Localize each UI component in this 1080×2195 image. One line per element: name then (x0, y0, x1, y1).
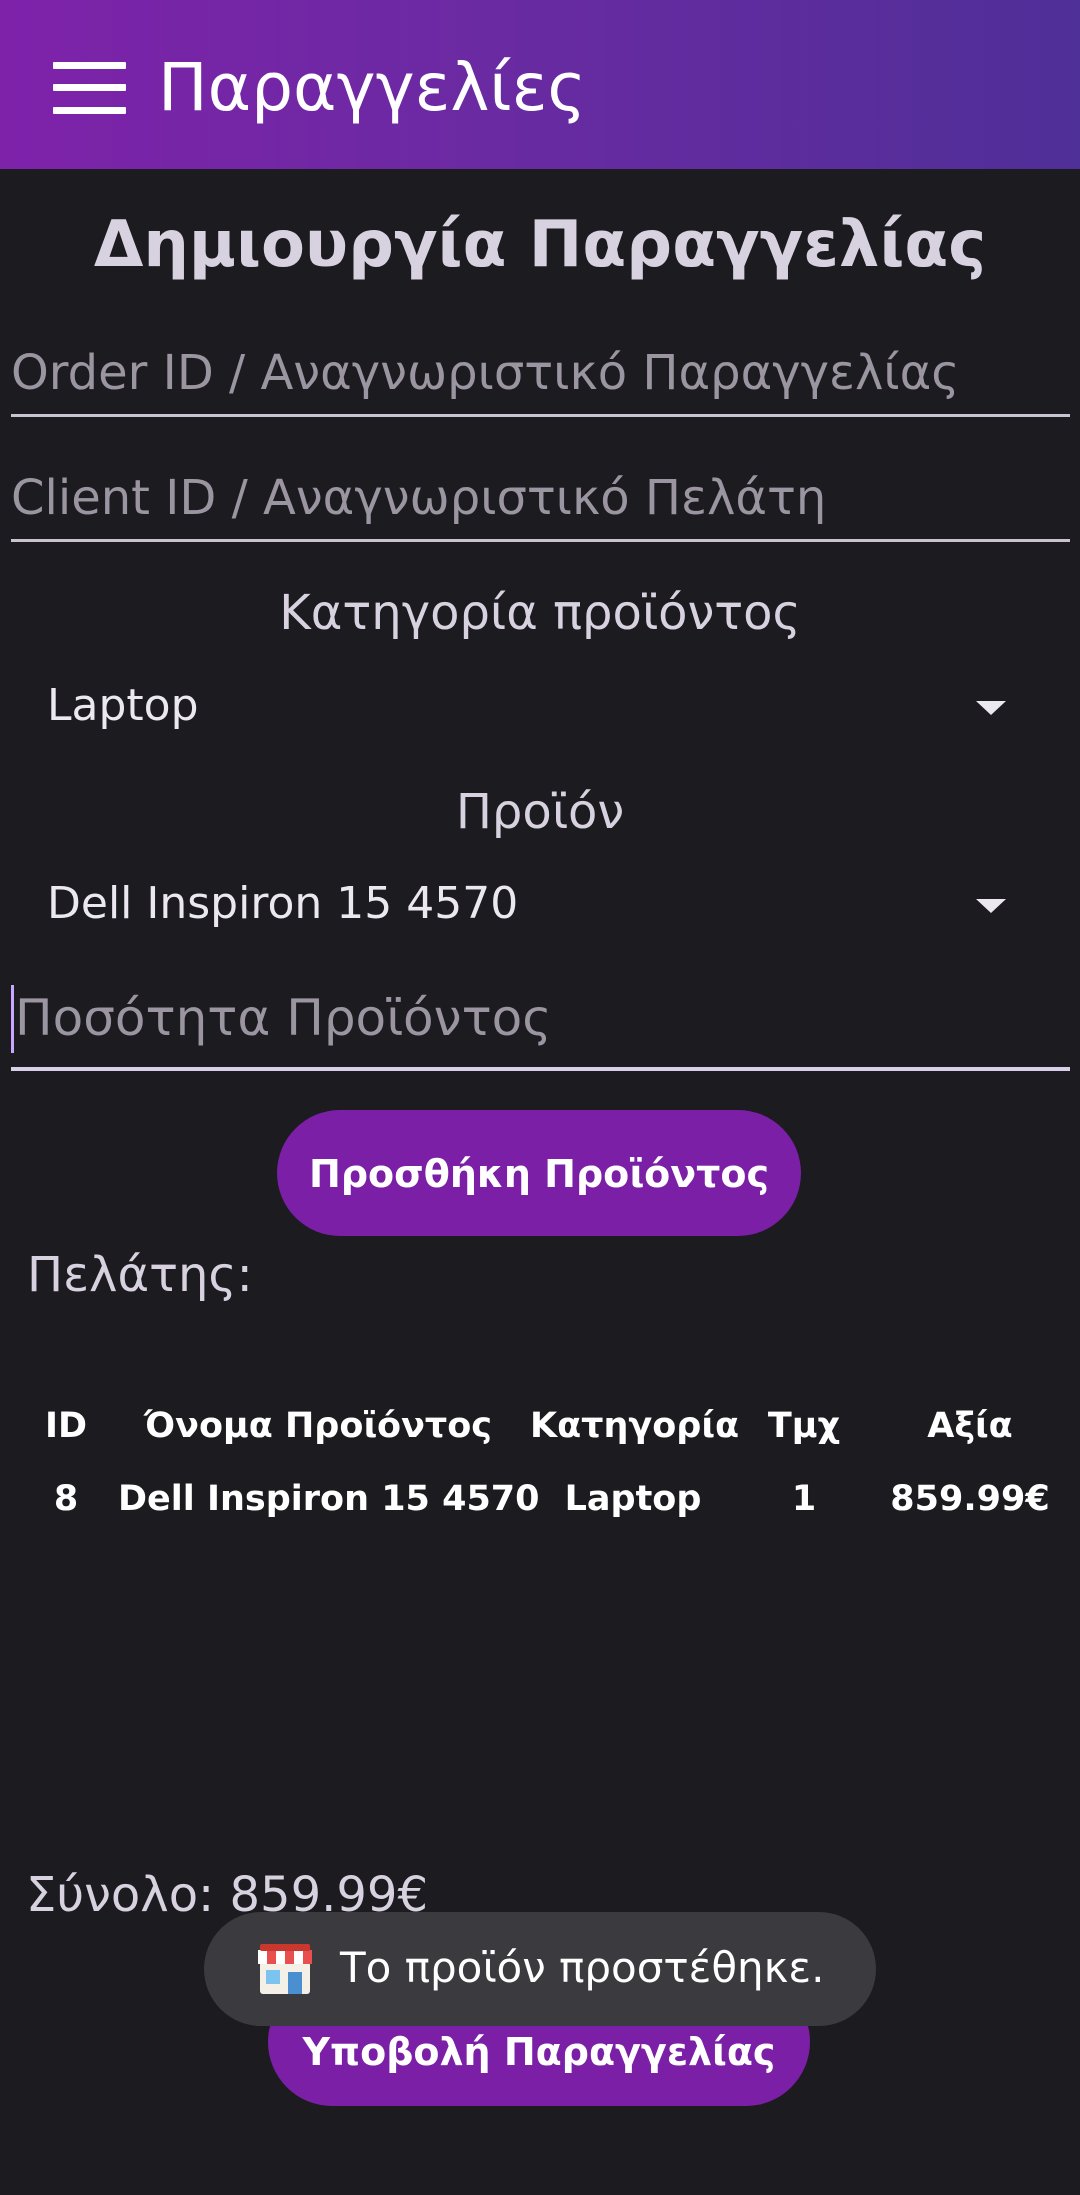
table-cell-product-name: Dell Inspiron 15 4570 (118, 1479, 540, 1519)
quantity-input[interactable]: Ποσότητα Προϊόντος (11, 975, 1070, 1071)
client-id-input[interactable] (11, 465, 1070, 531)
client-id-field (11, 465, 1070, 542)
quantity-placeholder: Ποσότητα Προϊόντος (15, 989, 552, 1047)
app-bar: Παραγγελίες (0, 0, 1080, 169)
table-header-quantity: Τμχ (767, 1406, 841, 1446)
category-label: Κατηγορία προϊόντος (279, 585, 801, 641)
dropdown-arrow-icon (976, 701, 1006, 715)
client-label: Πελάτης: (27, 1247, 253, 1303)
app-bar-title: Παραγγελίες (158, 49, 587, 126)
table-cell-id: 8 (53, 1479, 79, 1519)
toast-notification: Το προϊόν προστέθηκε. (204, 1912, 876, 2026)
store-icon (258, 1944, 312, 1994)
table-cell-value: 859.99€ (890, 1479, 1050, 1519)
table-header-category: Κατηγορία (530, 1406, 740, 1446)
order-id-field (11, 340, 1070, 417)
product-label: Προϊόν (455, 784, 625, 840)
order-id-input[interactable] (11, 340, 1070, 406)
category-dropdown[interactable]: Laptop (11, 656, 1070, 756)
table-cell-quantity: 1 (791, 1479, 817, 1519)
product-dropdown[interactable]: Dell Inspiron 15 4570 (11, 854, 1070, 954)
table-header-product-name: Όνομα Προϊόντος (143, 1406, 493, 1446)
dropdown-arrow-icon (976, 899, 1006, 913)
hamburger-menu-icon[interactable] (53, 62, 126, 114)
product-selected-value: Dell Inspiron 15 4570 (47, 878, 519, 929)
category-selected-value: Laptop (47, 680, 199, 731)
table-cell-category: Laptop (564, 1479, 702, 1519)
text-cursor (11, 985, 14, 1053)
toast-message: Το προϊόν προστέθηκε. (340, 1943, 825, 1992)
add-product-button[interactable]: Προσθήκη Προϊόντος (277, 1110, 801, 1236)
table-header-id: ID (44, 1406, 88, 1446)
page-title: Δημιουργία Παραγγελίας (93, 208, 987, 282)
table-header-value: Αξία (927, 1406, 1013, 1446)
